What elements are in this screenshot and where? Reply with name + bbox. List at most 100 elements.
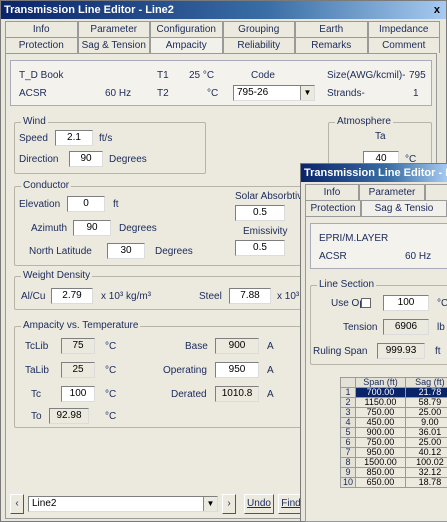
talib-value: 25 [61,362,95,378]
sag-cell[interactable]: 58.79 [404,397,447,408]
book-name: T_D Book [19,70,64,81]
second-tab-protection[interactable]: Protection [305,200,361,216]
tab-reliability[interactable]: Reliability [222,37,295,53]
direction-label: Direction [19,154,59,165]
second-tab-info[interactable]: Info [305,184,359,200]
azimuth-input[interactable]: 90 [73,220,111,236]
span-cell[interactable]: 900.00 [355,427,406,438]
tab-impedance[interactable]: Impedance [367,21,440,37]
second-tab-sag-tension[interactable]: Sag & Tensio [361,200,447,216]
solar-input[interactable]: 0.5 [235,205,285,221]
line-section-group: Line Section Use Op 100 °C Tension 6906 … [310,279,447,365]
tc-input[interactable]: 100 [61,386,95,402]
sag-cell[interactable]: 36.01 [404,427,447,438]
tension-unit: lb [437,322,445,333]
base-value: 900 [215,338,259,354]
latitude-input[interactable]: 30 [107,243,145,259]
table-row[interactable]: 7 950.00 40.12 [339,447,447,458]
chevron-down-icon[interactable]: ▼ [203,497,217,511]
row-index: 2 [339,397,357,408]
ampacity-temperature-title: Ampacity vs. Temperature [21,320,141,331]
direction-input[interactable]: 90 [69,151,103,167]
tab-ampacity[interactable]: Ampacity [150,37,223,53]
tab-remarks[interactable]: Remarks [295,37,368,53]
table-row[interactable]: 3 750.00 25.00 [339,407,447,418]
table-row[interactable]: 1 700.00 21.78 [339,387,447,398]
second-tab-more[interactable] [425,184,447,200]
conductor-header: T_D Book T1 25 °C Code Size(AWG/kcmil)- … [10,60,432,106]
t2-unit: °C [207,88,219,99]
size-value: 795 [409,70,426,81]
speed-input[interactable]: 2.1 [55,130,93,146]
operating-input[interactable]: 950 [215,362,259,378]
tab-earth[interactable]: Earth [295,21,368,37]
tclib-label: TcLib [25,341,49,352]
alcu-unit: x 10³ kg/m³ [101,291,152,302]
main-titlebar[interactable]: Transmission Line Editor - Line2 x [1,1,446,19]
span-cell[interactable]: 950.00 [355,447,406,458]
span-cell[interactable]: 750.00 [355,407,406,418]
line-select[interactable]: Line2 ▼ [28,496,218,512]
second-titlebar[interactable]: Transmission Line Editor - Line [301,164,447,182]
azimuth-unit: Degrees [119,223,157,234]
alcu-input[interactable]: 2.79 [51,288,93,304]
span-cell[interactable]: 1150.00 [355,397,406,408]
tension-label: Tension [343,322,378,333]
ruling-unit: ft [435,346,441,357]
tab-info[interactable]: Info [5,21,78,37]
to-label: To [31,411,42,422]
latitude-label: North Latitude [29,246,92,257]
tab-comment[interactable]: Comment [367,37,440,53]
table-row[interactable]: 10 650.00 18.78 [339,477,447,488]
useop-checkbox[interactable] [361,298,371,308]
span-cell[interactable]: 650.00 [355,477,406,488]
table-row[interactable]: 6 750.00 25.00 [339,437,447,448]
tab-protection[interactable]: Protection [5,37,78,53]
row-index: 9 [339,467,357,478]
sag-cell[interactable]: 32.12 [404,467,447,478]
elevation-input[interactable]: 0 [67,196,105,212]
code-select-value: 795-26 [237,87,269,98]
code-select[interactable]: 795-26 ▼ [233,85,315,101]
sag-cell[interactable]: 100.02 [404,457,447,468]
sag-cell[interactable]: 40.12 [404,447,447,458]
table-row[interactable]: 4 450.00 9.00 [339,417,447,428]
sag-cell[interactable]: 21.78 [404,387,447,398]
talib-label: TaLib [25,365,49,376]
emissivity-input[interactable]: 0.5 [235,240,285,256]
steel-input[interactable]: 7.88 [229,288,271,304]
sag-cell[interactable]: 25.00 [404,437,447,448]
tab-grouping[interactable]: Grouping [222,21,295,37]
span-cell[interactable]: 1500.00 [355,457,406,468]
main-tabs: Info Parameter Configuration Grouping Ea… [5,21,440,53]
tab-sag-tension[interactable]: Sag & Tension [77,37,150,53]
prev-button[interactable]: ‹ [10,494,24,514]
next-button[interactable]: › [222,494,236,514]
span-cell[interactable]: 850.00 [355,467,406,478]
sag-cell[interactable]: 18.78 [404,477,447,488]
span-cell[interactable]: 450.00 [355,417,406,428]
to-unit: °C [105,411,117,422]
speed-label: Speed [19,133,48,144]
second-tab-parameter[interactable]: Parameter [359,184,425,200]
tab-configuration[interactable]: Configuration [150,21,223,37]
close-button[interactable]: x [434,1,440,19]
second-conductor: ACSR [319,251,347,262]
table-row[interactable]: 2 1150.00 58.79 [339,397,447,408]
useop-input[interactable]: 100 [383,295,429,311]
wind-title: Wind [21,116,48,127]
table-row[interactable]: 5 900.00 36.01 [339,427,447,438]
chevron-down-icon[interactable]: ▼ [300,86,314,100]
sag-cell[interactable]: 9.00 [404,417,447,428]
frequency: 60 Hz [105,88,132,99]
speed-unit: ft/s [99,133,113,144]
span-cell[interactable]: 700.00 [355,387,406,398]
undo-button[interactable]: Undo [244,494,274,514]
table-row[interactable]: 9 850.00 32.12 [339,467,447,478]
tab-parameter[interactable]: Parameter [77,21,150,37]
t1-label: T1 [157,70,169,81]
weight-density-group: Weight Density Al/Cu 2.79 x 10³ kg/m³ St… [14,270,340,310]
span-cell[interactable]: 750.00 [355,437,406,448]
table-row[interactable]: 8 1500.00 100.02 [339,457,447,468]
sag-cell[interactable]: 25.00 [404,407,447,418]
